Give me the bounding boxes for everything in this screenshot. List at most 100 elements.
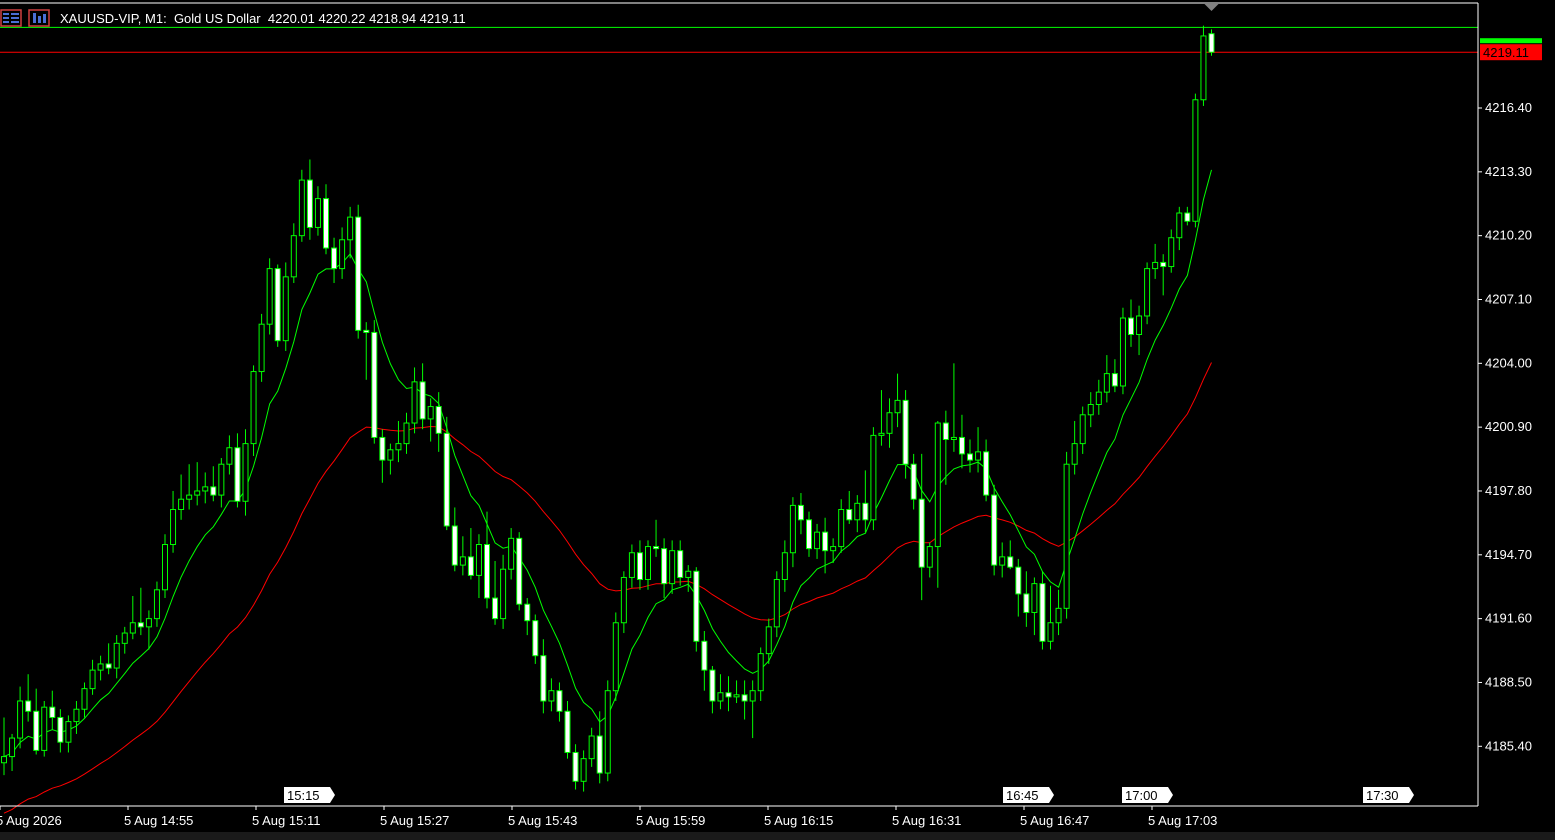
time-tick-label: 5 Aug 16:47 xyxy=(1020,813,1089,828)
candle-body xyxy=(580,758,587,782)
time-tick-label: 5 Aug 16:31 xyxy=(892,813,961,828)
candle[interactable] xyxy=(1208,29,1215,56)
time-tick-label: 5 Aug 15:27 xyxy=(380,813,449,828)
candle-body xyxy=(419,381,426,420)
candle-body xyxy=(604,690,611,774)
candle-body xyxy=(379,436,386,461)
candle-body xyxy=(57,716,64,743)
candle-body xyxy=(628,552,635,578)
candle-body xyxy=(596,735,603,774)
chart-properties-icon[interactable] xyxy=(28,9,50,27)
candle-body xyxy=(1192,99,1199,222)
candle-body xyxy=(854,502,861,521)
candle-body xyxy=(991,494,998,566)
candle-body xyxy=(153,589,160,620)
candle-body xyxy=(226,447,233,465)
candle-body xyxy=(814,531,821,550)
candle-body xyxy=(33,710,40,751)
candle[interactable] xyxy=(371,320,378,444)
candle-body xyxy=(1063,463,1070,609)
candle-body xyxy=(323,198,329,249)
candle[interactable] xyxy=(693,567,700,652)
candle-body xyxy=(387,449,394,461)
time-tick-label: 5 Aug 15:59 xyxy=(636,813,705,828)
current-price-label: 4219.11 xyxy=(1483,45,1529,60)
ask-price-badge xyxy=(1480,38,1542,44)
candle-body xyxy=(677,550,684,578)
price-tick-label: 4213.30 xyxy=(1485,164,1532,179)
candle-body xyxy=(1007,556,1014,568)
candle[interactable] xyxy=(1200,25,1207,106)
candle-body xyxy=(250,371,257,445)
candle-body xyxy=(121,632,128,644)
candle-body xyxy=(258,323,265,373)
candle-body xyxy=(162,544,168,591)
candle-body xyxy=(443,432,450,527)
candle-body xyxy=(298,179,305,237)
candle-body xyxy=(540,655,547,702)
candle[interactable] xyxy=(612,612,619,701)
ohlc-values: 4220.01 4220.22 4218.94 4219.11 xyxy=(267,10,466,26)
candle-body xyxy=(564,710,571,753)
candle[interactable] xyxy=(1192,93,1199,228)
candle-body xyxy=(894,399,901,414)
candle-body xyxy=(918,498,925,568)
candle-body xyxy=(194,490,201,496)
candle[interactable] xyxy=(266,258,273,335)
candle-body xyxy=(49,706,56,718)
candle[interactable] xyxy=(604,680,611,782)
candle[interactable] xyxy=(773,571,780,638)
candle-body xyxy=(339,239,346,270)
candle-body xyxy=(572,751,579,782)
candle-body xyxy=(411,381,418,424)
candle-body xyxy=(113,642,120,669)
price-chart[interactable]: 4216.40 4213.30 4210.20 4207.10 4204.00 4200.… xyxy=(0,0,1555,840)
candle[interactable] xyxy=(516,532,523,611)
candle-body xyxy=(620,576,627,624)
candle[interactable] xyxy=(991,484,998,576)
candle-body xyxy=(186,494,193,500)
candle-body xyxy=(266,268,273,325)
candle-body xyxy=(902,399,909,465)
candle[interactable] xyxy=(250,365,257,456)
candle[interactable] xyxy=(870,427,877,531)
candle-body xyxy=(274,268,281,342)
time-tick-label: 5 Aug 15:11 xyxy=(252,813,320,828)
candle[interactable] xyxy=(1119,307,1126,395)
candle-body xyxy=(371,331,378,438)
candle[interactable] xyxy=(298,169,305,242)
candle-body xyxy=(983,451,990,496)
candle-body xyxy=(1,756,7,764)
candle[interactable] xyxy=(258,313,265,382)
chart-menu-icon[interactable] xyxy=(0,9,22,27)
candle-body xyxy=(1031,583,1038,613)
candle-body xyxy=(467,556,474,576)
candle-body xyxy=(25,700,32,712)
candle-body xyxy=(1168,237,1175,268)
price-tick-label: 4191.60 xyxy=(1485,611,1532,626)
candle-body xyxy=(1079,414,1086,445)
candle-body xyxy=(210,486,217,496)
time-marker: 16:45 xyxy=(1003,787,1054,803)
candle-body xyxy=(934,422,941,548)
candle-body xyxy=(878,432,885,436)
candle[interactable] xyxy=(274,264,281,347)
time-marker-label: 17:00 xyxy=(1125,788,1158,803)
time-tick-label: 5 Aug 16:15 xyxy=(764,813,833,828)
candle[interactable] xyxy=(1144,262,1151,325)
candle-body xyxy=(137,622,144,628)
time-marker-label: 17:30 xyxy=(1366,788,1399,803)
candle-body xyxy=(725,692,732,698)
time-marker-label: 15:15 xyxy=(287,788,320,803)
candle[interactable] xyxy=(443,416,450,531)
candle[interactable] xyxy=(355,204,362,339)
candle-body xyxy=(1039,583,1046,642)
candle[interactable] xyxy=(1063,451,1070,619)
candle-body xyxy=(170,509,177,546)
price-tick-label: 4207.10 xyxy=(1485,291,1532,306)
candle[interactable] xyxy=(41,700,48,757)
candle-body xyxy=(1128,317,1134,335)
candle-body xyxy=(355,216,362,331)
price-tick-label: 4185.40 xyxy=(1485,738,1532,753)
chart-window[interactable]: 4216.40 4213.30 4210.20 4207.10 4204.00 4200.… xyxy=(0,0,1555,840)
